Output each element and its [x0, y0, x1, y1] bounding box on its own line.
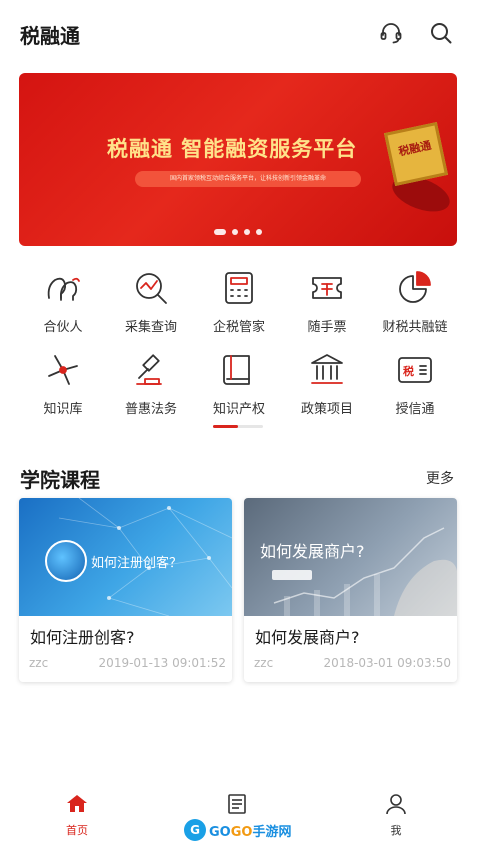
- banner-subtitle: 国内首家领税互动综合服务平台，让科技创新引领金融革命: [135, 171, 361, 187]
- headset-icon[interactable]: [378, 20, 404, 46]
- grid-item-data-query[interactable]: 采集查询: [108, 268, 194, 338]
- course-card[interactable]: 如何发展商户? 如何发展商户? zzc 2018-03-01 09:03:50: [244, 498, 457, 682]
- grid-item-tax-manager[interactable]: 企税管家: [196, 268, 282, 338]
- course-thumbnail: 如何注册创客？: [19, 498, 232, 616]
- tax-card-text: 税: [403, 364, 414, 378]
- grid-item-label: 财税共融链: [382, 320, 448, 335]
- thumbnail-text: 如何发展商户?: [260, 542, 365, 561]
- course-title: 如何注册创客?: [30, 628, 135, 647]
- grid-item-label: 普惠法务: [124, 402, 177, 417]
- banner-dot[interactable]: [214, 229, 226, 235]
- home-icon: [67, 795, 87, 812]
- user-icon: [386, 794, 406, 815]
- banner-dot[interactable]: [232, 229, 238, 235]
- course-title: 如何发展商户?: [255, 628, 360, 647]
- grid-item-partner[interactable]: 合伙人: [20, 268, 106, 338]
- grid-item-policy[interactable]: 政策项目: [284, 350, 370, 420]
- course-thumbnail: 如何发展商户?: [244, 498, 457, 616]
- grid-item-knowledge[interactable]: 知识库: [20, 350, 106, 420]
- banner-pagination: [19, 229, 457, 235]
- grid-item-label: 采集查询: [124, 320, 177, 335]
- section-title: 学院课程: [20, 468, 100, 492]
- grid-item-credit[interactable]: 税 授信通: [372, 350, 458, 420]
- data-query-icon: [131, 268, 171, 308]
- grid-item-label: 随手票: [307, 320, 347, 335]
- course-date: 2018-03-01 09:03:50: [323, 656, 451, 670]
- thumbnail-text: 如何注册创客？: [91, 556, 183, 571]
- grid-item-ip[interactable]: 知识产权: [196, 350, 282, 420]
- watermark-circle: G: [184, 819, 206, 841]
- app-title: 税融通: [20, 24, 80, 48]
- nav-home[interactable]: 首页: [47, 792, 107, 838]
- seal-logo: 税融通: [383, 121, 449, 187]
- calculator-icon: [219, 268, 259, 308]
- globe-icon: [45, 540, 87, 582]
- course-author: zzc: [29, 656, 49, 670]
- banner-title: 税融通 智能融资服务平台: [107, 137, 358, 161]
- bank-icon: [307, 350, 347, 390]
- thumbnail-button-decoration: [272, 570, 312, 580]
- course-date: 2019-01-13 09:01:52: [98, 656, 226, 670]
- nav-label: 我: [390, 824, 402, 837]
- grid-item-label: 政策项目: [300, 402, 353, 417]
- grid-item-label: 知识产权: [212, 402, 265, 417]
- promo-banner[interactable]: 税融通 智能融资服务平台 国内首家领税互动综合服务平台，让科技创新引领金融革命 …: [19, 73, 457, 246]
- banner-dot[interactable]: [244, 229, 250, 235]
- gavel-icon: [131, 350, 171, 390]
- book-icon: [219, 350, 259, 390]
- knowledge-icon: [43, 350, 83, 390]
- grid-item-label: 合伙人: [43, 320, 83, 335]
- grid-item-ticket[interactable]: 随手票: [284, 268, 370, 338]
- grid-item-label: 授信通: [395, 402, 435, 417]
- nav-news[interactable]: [207, 792, 267, 820]
- grid-page-indicator: [213, 425, 263, 428]
- pie-chart-icon: [395, 268, 435, 308]
- more-link[interactable]: 更多: [426, 468, 454, 488]
- search-icon[interactable]: [428, 20, 454, 46]
- watermark-logo: G GOGO手游网: [184, 818, 291, 842]
- grid-item-label: 知识库: [43, 402, 83, 417]
- course-card[interactable]: 如何注册创客？ 如何注册创客? zzc 2019-01-13 09:01:52: [19, 498, 232, 682]
- watermark-text: GOGO手游网: [209, 824, 292, 840]
- grid-item-legal[interactable]: 普惠法务: [108, 350, 194, 420]
- grid-item-finance-chain[interactable]: 财税共融链: [372, 268, 458, 338]
- partner-icon: [43, 268, 83, 308]
- grid-page-indicator-fill: [213, 425, 238, 428]
- course-author: zzc: [254, 656, 274, 670]
- tax-card-icon: 税: [395, 350, 435, 390]
- top-bar: 税融通: [0, 0, 478, 68]
- ticket-icon: [307, 268, 347, 308]
- nav-label: 首页: [66, 824, 88, 837]
- banner-dot[interactable]: [256, 229, 262, 235]
- grid-item-label: 企税管家: [212, 320, 265, 335]
- news-icon: [228, 794, 246, 814]
- nav-me[interactable]: 我: [366, 792, 426, 838]
